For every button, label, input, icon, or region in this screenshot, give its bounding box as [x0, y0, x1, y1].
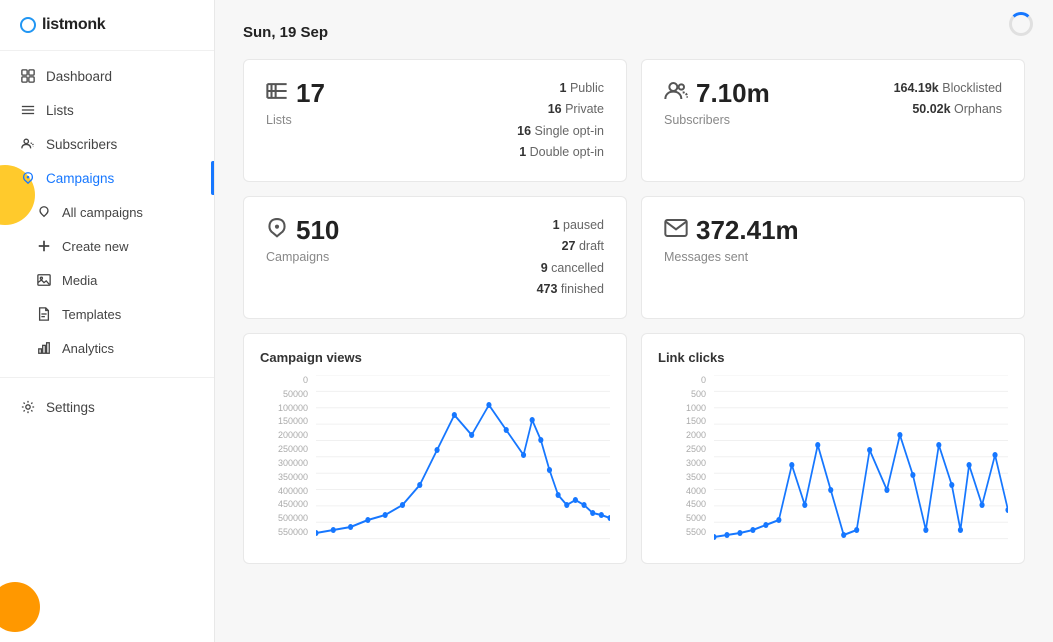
draft-num: 27	[562, 239, 576, 253]
sidebar-item-create-new[interactable]: Create new	[0, 229, 214, 263]
chart-clicks-title: Link clicks	[658, 350, 1008, 365]
users-stat-icon	[664, 80, 688, 108]
media-label: Media	[62, 273, 97, 288]
page-date: Sun, 19 Sep	[243, 24, 1025, 41]
main-content: Sun, 19 Sep 17 Lists 1 Pu	[215, 0, 1053, 642]
sidebar-item-lists[interactable]: Lists	[0, 93, 214, 127]
sidebar-item-media[interactable]: Media	[0, 263, 214, 297]
file-icon	[36, 306, 52, 322]
gear-icon	[20, 399, 36, 415]
finished-num: 473	[537, 282, 558, 296]
stat-details-lists: 1 Public 16 Private 16 Single opt-in 1 D…	[517, 78, 604, 163]
sidebar: listmonk Dashboard Lists	[0, 0, 215, 642]
stat-value-lists: 17	[266, 78, 499, 109]
orphans-num: 50.02k	[912, 102, 950, 116]
stat-main-lists: 17 Lists	[266, 78, 499, 127]
list-icon	[20, 102, 36, 118]
subscribers-count: 7.10m	[696, 78, 770, 109]
stats-row-1: 17 Lists 1 Public 16 Private 16 Single o…	[243, 59, 1025, 182]
stat-card-lists: 17 Lists 1 Public 16 Private 16 Single o…	[243, 59, 627, 182]
chart-views-y-axis: 550000 500000 450000 400000 350000 30000…	[260, 375, 312, 537]
sidebar-item-campaigns-label: Campaigns	[46, 171, 114, 186]
messages-label: Messages sent	[664, 250, 984, 264]
chart-card-views: Campaign views 550000 500000 450000 4000…	[243, 333, 627, 564]
lists-count: 17	[296, 78, 325, 109]
sidebar-item-all-campaigns[interactable]: All campaigns	[0, 195, 214, 229]
chart-clicks-area: 5500 5000 4500 4000 3500 3000 2500 2000 …	[658, 375, 1008, 555]
lists-label: Lists	[266, 113, 499, 127]
nav-bottom: Settings	[0, 382, 214, 432]
templates-label: Templates	[62, 307, 121, 322]
messages-count: 372.41m	[696, 215, 799, 246]
stat-value-messages: 372.41m	[664, 215, 984, 246]
sidebar-item-campaigns[interactable]: Campaigns	[0, 161, 214, 195]
users-icon	[20, 136, 36, 152]
plus-icon	[36, 238, 52, 254]
nav-top: Dashboard Lists Subscribers	[0, 51, 214, 373]
bar-chart-icon	[36, 340, 52, 356]
lists-private-num: 16	[548, 102, 562, 116]
blocklisted-num: 164.19k	[894, 81, 939, 95]
stat-value-campaigns: 510	[266, 215, 519, 246]
lists-single-optin-num: 16	[517, 124, 531, 138]
sidebar-item-dashboard[interactable]: Dashboard	[0, 59, 214, 93]
cancelled-num: 9	[541, 261, 548, 275]
stats-row-2: 510 Campaigns 1 paused 27 draft 9 cancel…	[243, 196, 1025, 319]
sidebar-item-settings[interactable]: Settings	[0, 390, 214, 424]
list-stat-icon	[266, 80, 288, 108]
grid-icon	[20, 68, 36, 84]
chart-views-title: Campaign views	[260, 350, 610, 365]
lists-public-num: 1	[560, 81, 567, 95]
logo-text: listmonk	[42, 16, 105, 34]
logo-icon	[20, 17, 36, 33]
sidebar-item-templates[interactable]: Templates	[0, 297, 214, 331]
stat-details-campaigns: 1 paused 27 draft 9 cancelled 473 finish…	[537, 215, 604, 300]
stat-card-campaigns: 510 Campaigns 1 paused 27 draft 9 cancel…	[243, 196, 627, 319]
create-new-label: Create new	[62, 239, 128, 254]
chart-views-svg-wrapper	[316, 375, 610, 555]
image-icon	[36, 272, 52, 288]
rocket-icon	[20, 170, 36, 186]
rocket-small-icon	[36, 204, 52, 220]
loading-spinner-area	[1009, 12, 1033, 36]
chart-views-svg	[316, 375, 610, 555]
logo-area: listmonk	[0, 0, 214, 51]
all-campaigns-label: All campaigns	[62, 205, 143, 220]
rocket-stat-icon	[266, 217, 288, 245]
stat-main-subscribers: 7.10m Subscribers	[664, 78, 876, 127]
nav-divider	[0, 377, 214, 378]
sidebar-decoration-bottom	[0, 582, 40, 632]
sidebar-item-lists-label: Lists	[46, 103, 74, 118]
chart-card-clicks: Link clicks 5500 5000 4500 4000 3500 300…	[641, 333, 1025, 564]
mail-stat-icon	[664, 218, 688, 244]
stat-main-campaigns: 510 Campaigns	[266, 215, 519, 264]
sidebar-item-analytics[interactable]: Analytics	[0, 331, 214, 365]
campaigns-label: Campaigns	[266, 250, 519, 264]
chart-clicks-svg	[714, 375, 1008, 555]
chart-clicks-y-axis: 5500 5000 4500 4000 3500 3000 2500 2000 …	[658, 375, 710, 537]
paused-num: 1	[553, 218, 560, 232]
loading-spinner	[1009, 12, 1033, 36]
chart-views-area: 550000 500000 450000 400000 350000 30000…	[260, 375, 610, 555]
stat-details-subscribers: 164.19k Blocklisted 50.02k Orphans	[894, 78, 1002, 121]
stat-card-subscribers: 7.10m Subscribers 164.19k Blocklisted 50…	[641, 59, 1025, 182]
chart-clicks-svg-wrapper	[714, 375, 1008, 555]
lists-double-optin-num: 1	[519, 145, 526, 159]
subscribers-label: Subscribers	[664, 113, 876, 127]
stat-value-subscribers: 7.10m	[664, 78, 876, 109]
sidebar-item-subscribers-label: Subscribers	[46, 137, 117, 152]
campaigns-count: 510	[296, 215, 339, 246]
stat-card-messages: 372.41m Messages sent	[641, 196, 1025, 319]
sidebar-item-subscribers[interactable]: Subscribers	[0, 127, 214, 161]
sidebar-item-dashboard-label: Dashboard	[46, 69, 112, 84]
charts-row: Campaign views 550000 500000 450000 4000…	[243, 333, 1025, 564]
analytics-label: Analytics	[62, 341, 114, 356]
settings-label: Settings	[46, 400, 95, 415]
stat-main-messages: 372.41m Messages sent	[664, 215, 984, 264]
